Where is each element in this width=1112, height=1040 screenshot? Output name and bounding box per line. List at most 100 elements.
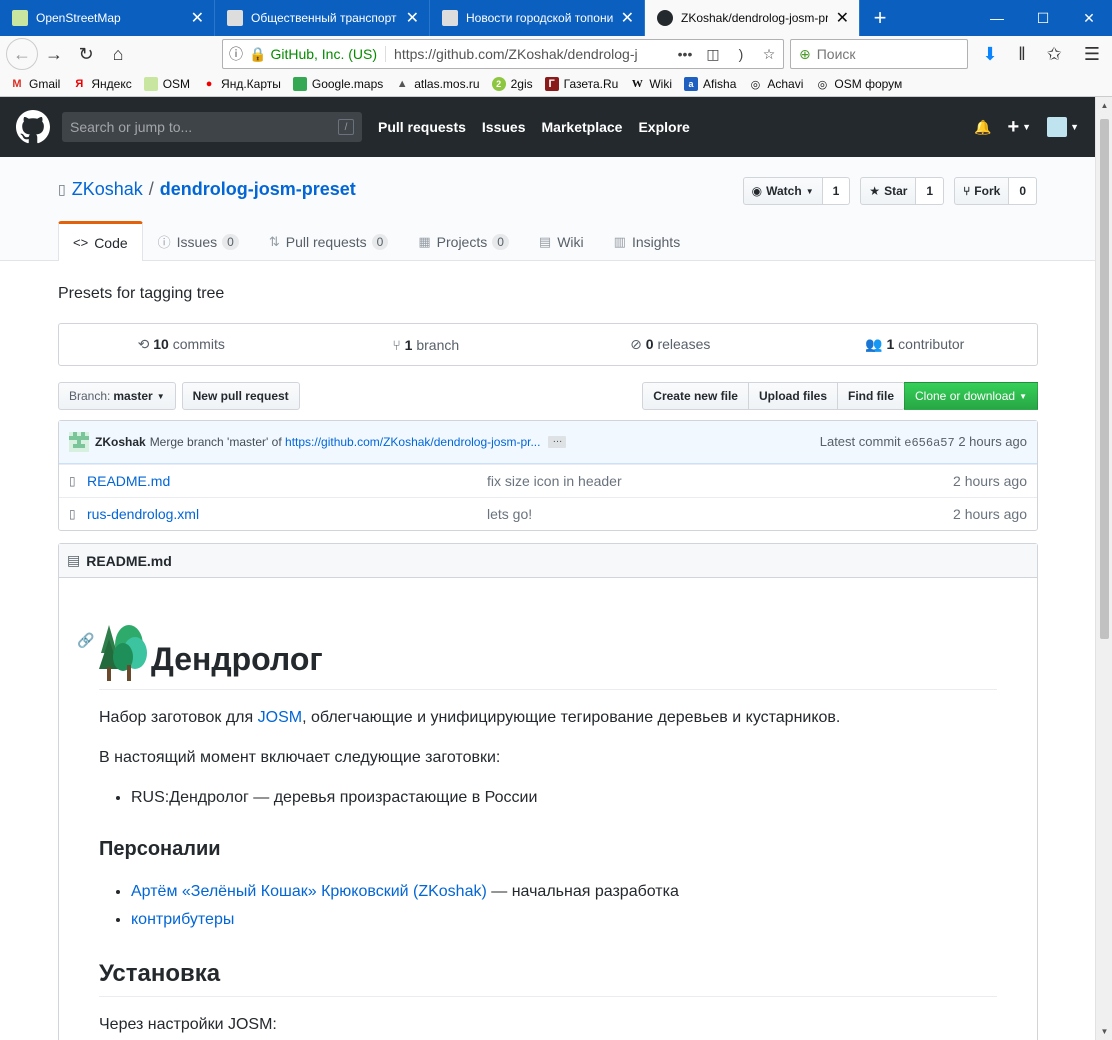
bookmark-achavi[interactable]: ◎ Achavi <box>748 77 804 91</box>
close-tab-icon[interactable]: ✕ <box>621 8 634 28</box>
menu-icon[interactable]: ☰ <box>1076 38 1108 70</box>
bookmark-label: Afisha <box>703 77 737 91</box>
star-button[interactable]: ★ Star <box>860 177 917 205</box>
releases-link[interactable]: ⊘ 0 releases <box>548 336 793 353</box>
expand-commit-button[interactable]: … <box>548 435 567 448</box>
file-name-link[interactable]: README.md <box>87 473 487 489</box>
close-window-button[interactable]: ✕ <box>1066 0 1112 36</box>
browser-tab-transport[interactable]: Общественный транспорт - ✕ <box>215 0 430 36</box>
file-actions: Create new file Upload files Find file C… <box>642 382 1038 410</box>
scroll-up-arrow-icon[interactable]: ▲ <box>1096 97 1112 114</box>
new-tab-button[interactable]: + <box>860 0 900 36</box>
github-logo-icon[interactable] <box>16 110 50 144</box>
nav-explore[interactable]: Explore <box>638 119 689 135</box>
commit-message-link[interactable]: https://github.com/ZKoshak/dendrolog-jos… <box>285 435 540 449</box>
nav-pull-requests[interactable]: Pull requests <box>378 119 466 135</box>
link-anchor-icon[interactable]: 🔗 <box>77 630 94 651</box>
maximize-window-button[interactable]: ☐ <box>1020 0 1066 36</box>
bookmark-afisha[interactable]: a Afisha <box>684 77 736 91</box>
tab-insights[interactable]: ▥ Insights <box>599 221 696 261</box>
close-tab-icon[interactable]: ✕ <box>406 8 419 28</box>
home-button[interactable]: ⌂ <box>102 38 134 70</box>
search-bar[interactable]: ⊕ Поиск <box>790 39 968 69</box>
minimize-window-button[interactable]: — <box>974 0 1020 36</box>
site-identity[interactable]: GitHub, Inc. (US) <box>270 46 387 62</box>
file-commit-message[interactable]: fix size icon in header <box>487 473 622 489</box>
fork-count[interactable]: 0 <box>1009 177 1037 205</box>
contributors-link[interactable]: контрибутеры <box>131 911 234 928</box>
create-new-file-button[interactable]: Create new file <box>642 382 749 410</box>
search-placeholder: Поиск <box>816 46 856 62</box>
scroll-down-arrow-icon[interactable]: ▼ <box>1096 1023 1112 1040</box>
bookmark-2gis[interactable]: 2 2gis <box>491 77 533 91</box>
browser-tab-github[interactable]: ZKoshak/dendrolog-josm-pr ✕ <box>645 0 860 36</box>
star-count[interactable]: 1 <box>916 177 945 205</box>
new-pull-request-button[interactable]: New pull request <box>181 382 300 410</box>
bookmark-star-icon[interactable]: ☆ <box>755 46 783 63</box>
file-name-link[interactable]: rus-dendrolog.xml <box>87 506 487 522</box>
contributors-link[interactable]: 👥 1 contributor <box>793 336 1038 353</box>
downloads-icon[interactable]: ⬇ <box>974 38 1006 70</box>
author-link[interactable]: Артём «Зелёный Кошак» Крюковский (ZKosha… <box>131 883 487 900</box>
bookmark-osm-forum[interactable]: ◎ OSM форум <box>815 77 903 91</box>
josm-link[interactable]: JOSM <box>258 709 302 726</box>
address-bar[interactable]: ⓘ 🔒 GitHub, Inc. (US) https://github.com… <box>222 39 784 69</box>
fork-button[interactable]: ⑂ Fork <box>954 177 1010 205</box>
bookmark-atlas[interactable]: ▲ atlas.mos.ru <box>395 77 480 91</box>
repo-owner-link[interactable]: ZKoshak <box>72 179 143 200</box>
commit-sha-link[interactable]: e656a57 <box>904 436 954 450</box>
pocket-icon[interactable]: ◫ <box>699 46 727 63</box>
vertical-scrollbar[interactable]: ▲ ▼ <box>1095 97 1112 1040</box>
tab-pull-requests[interactable]: ⇅ Pull requests 0 <box>254 221 404 261</box>
close-tab-icon[interactable]: ✕ <box>836 8 849 28</box>
tab-wiki[interactable]: ▤ Wiki <box>524 221 599 261</box>
branches-link[interactable]: ⑂ 1 branch <box>304 337 549 353</box>
bookmark-yandex-maps[interactable]: ● Янд.Карты <box>202 77 281 91</box>
create-new-dropdown[interactable]: + ▼ <box>1007 116 1031 139</box>
commit-author[interactable]: ZKoshak <box>95 435 146 449</box>
browser-tab-toponym-news[interactable]: Новости городской топоним ✕ <box>430 0 645 36</box>
browser-tab-openstreetmap[interactable]: OpenStreetMap ✕ <box>0 0 215 36</box>
watch-button[interactable]: ◉ Watch ▼ <box>742 177 823 205</box>
close-tab-icon[interactable]: ✕ <box>191 8 204 28</box>
nav-marketplace[interactable]: Marketplace <box>542 119 623 135</box>
sidebar-icon[interactable]: ✩ <box>1038 38 1070 70</box>
user-menu-dropdown[interactable]: ▼ <box>1047 117 1079 137</box>
library-icon[interactable]: ‖ <box>1006 38 1038 70</box>
rss-icon[interactable]: ) <box>727 46 755 62</box>
scrollbar-thumb[interactable] <box>1100 119 1109 639</box>
upload-files-button[interactable]: Upload files <box>747 382 838 410</box>
file-icon: ▯ <box>69 507 76 521</box>
back-button[interactable]: ← <box>6 38 38 70</box>
repo-actions: ◉ Watch ▼ 1 ★ Star 1 ⑂ Fork 0 <box>733 177 1037 205</box>
notifications-bell-icon[interactable]: 🔔 <box>974 119 991 136</box>
file-commit-message[interactable]: lets go! <box>487 506 532 522</box>
bookmark-gmail[interactable]: M Gmail <box>10 77 60 91</box>
github-search-input[interactable]: Search or jump to... / <box>62 112 362 142</box>
fork-group: ⑂ Fork 0 <box>954 177 1037 205</box>
commits-link[interactable]: ⟲ 10 commits <box>59 336 304 353</box>
site-info-icon[interactable]: ⓘ <box>223 44 249 64</box>
issues-counter: 0 <box>222 233 239 250</box>
bookmark-google-maps[interactable]: Google.maps <box>292 77 383 91</box>
commit-age: 2 hours ago <box>958 434 1027 449</box>
tab-issues[interactable]: ⓘ Issues 0 <box>143 221 254 261</box>
branch-select-button[interactable]: Branch: master ▼ <box>58 382 176 410</box>
find-file-button[interactable]: Find file <box>837 382 905 410</box>
forward-button[interactable]: → <box>38 38 70 70</box>
nav-issues[interactable]: Issues <box>482 119 526 135</box>
author-avatar[interactable] <box>69 432 89 452</box>
tab-code[interactable]: <> Code <box>58 221 143 261</box>
bookmark-gazeta[interactable]: Г Газета.Ru <box>544 77 618 91</box>
clone-or-download-button[interactable]: Clone or download ▼ <box>904 382 1038 410</box>
watch-count[interactable]: 1 <box>822 177 851 205</box>
bookmark-osm[interactable]: OSM <box>143 77 190 91</box>
reload-button[interactable]: ↻ <box>70 38 102 70</box>
tab-projects[interactable]: ▦ Projects 0 <box>403 221 524 261</box>
readme-presets-intro: В настоящий момент включает следующие за… <box>99 749 501 766</box>
bookmark-yandex[interactable]: Я Яндекс <box>72 77 131 91</box>
page-actions-icon[interactable]: ••• <box>671 46 699 62</box>
url-text[interactable]: https://github.com/ZKoshak/dendrolog-j <box>394 46 671 62</box>
bookmark-wiki[interactable]: W Wiki <box>630 77 672 91</box>
repo-name-link[interactable]: dendrolog-josm-preset <box>160 179 356 200</box>
